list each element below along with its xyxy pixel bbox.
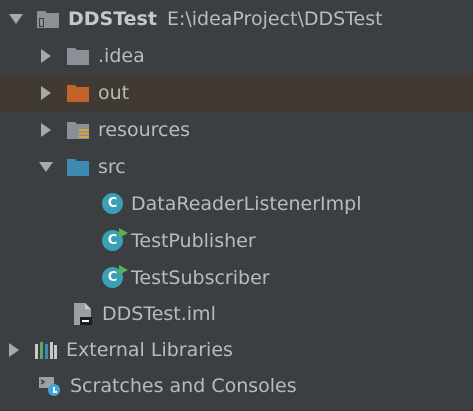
tree-label-out: out (98, 81, 130, 104)
class-icon: C (102, 193, 123, 214)
tree-label-class: DataReaderListenerImpl (131, 192, 362, 215)
folder-icon (66, 46, 90, 66)
chevron-down-icon[interactable] (38, 159, 54, 175)
chevron-right-icon[interactable] (38, 122, 54, 138)
excluded-folder-icon (66, 83, 90, 103)
tree-row-class-testpublisher[interactable]: C TestPublisher (0, 222, 473, 259)
tree-label-class: TestPublisher (131, 229, 256, 252)
tree-label-src: src (98, 155, 126, 178)
tree-label-scratches: Scratches and Consoles (70, 374, 297, 397)
project-folder-icon (36, 9, 60, 29)
scratches-icon (38, 375, 62, 397)
module-file-icon (72, 302, 94, 326)
tree-row-iml[interactable]: DDSTest.iml (0, 295, 473, 332)
tree-row-idea[interactable]: .idea (0, 37, 473, 74)
tree-label-libraries: External Libraries (66, 338, 233, 361)
runnable-class-icon: C (102, 228, 128, 251)
tree-label-class: TestSubscriber (131, 266, 270, 289)
source-folder-icon (66, 157, 90, 177)
tree-row-scratches[interactable]: Scratches and Consoles (0, 367, 473, 404)
chevron-right-icon[interactable] (38, 85, 54, 101)
chevron-right-icon[interactable] (6, 342, 22, 358)
tree-row-project-root[interactable]: DDSTest E:\ideaProject\DDSTest (0, 0, 473, 37)
tree-row-class-testsubscriber[interactable]: C TestSubscriber (0, 259, 473, 296)
chevron-right-icon[interactable] (38, 48, 54, 64)
project-tree: DDSTest E:\ideaProject\DDSTest .idea out (0, 0, 473, 411)
tree-row-class-datareaderlistenerimpl[interactable]: C DataReaderListenerImpl (0, 185, 473, 222)
tree-label-idea: .idea (98, 44, 145, 67)
chevron-down-icon[interactable] (8, 11, 24, 27)
tree-row-out[interactable]: out (0, 74, 473, 111)
libraries-icon (34, 340, 58, 360)
resources-folder-icon (66, 120, 90, 140)
tree-row-src[interactable]: src (0, 148, 473, 185)
tree-row-resources[interactable]: resources (0, 111, 473, 148)
tree-label-resources: resources (98, 118, 191, 141)
project-name: DDSTest (68, 7, 157, 30)
runnable-class-icon: C (102, 265, 128, 288)
tree-label-iml: DDSTest.iml (102, 302, 216, 325)
project-path: E:\ideaProject\DDSTest (166, 7, 383, 30)
tree-row-external-libraries[interactable]: External Libraries (0, 331, 473, 368)
